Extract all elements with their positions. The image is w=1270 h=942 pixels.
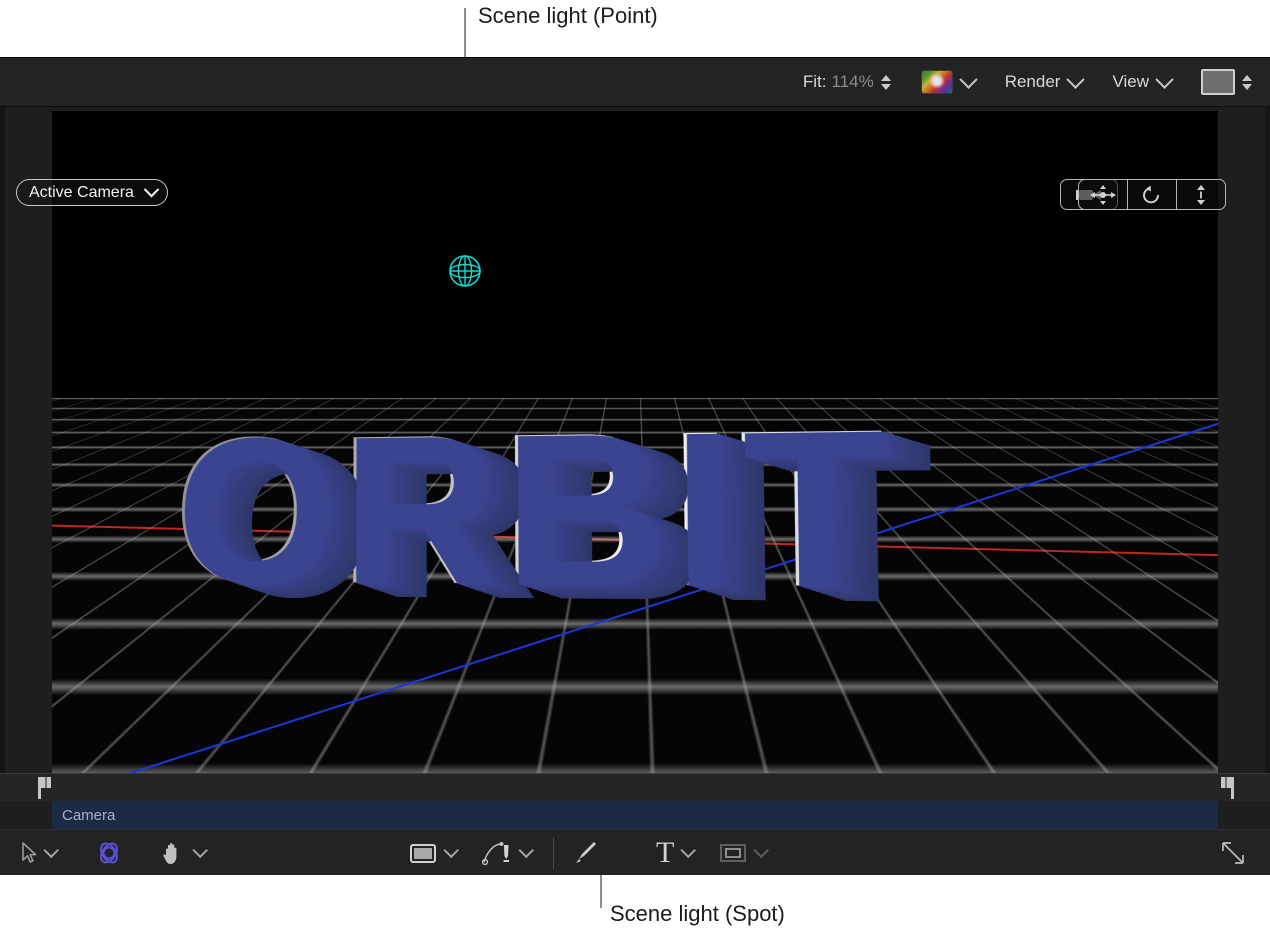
viewer-right-rail bbox=[1265, 107, 1270, 773]
mini-timeline-row: Camera bbox=[0, 801, 1270, 829]
bezier-pen-icon bbox=[482, 840, 512, 866]
hand-icon bbox=[160, 841, 186, 865]
mask-tool-button[interactable] bbox=[719, 830, 747, 875]
in-point-marker[interactable] bbox=[38, 777, 54, 799]
background-stepper-icon[interactable] bbox=[1242, 75, 1252, 90]
view-menu[interactable]: View bbox=[1112, 58, 1171, 106]
active-camera-label: Active Camera bbox=[29, 184, 134, 202]
select-tool-button[interactable] bbox=[22, 830, 37, 875]
active-camera-chevron-down-icon[interactable] bbox=[144, 182, 160, 198]
mask-rectangle-icon bbox=[719, 842, 747, 864]
arrow-cursor-icon bbox=[22, 842, 37, 864]
fit-value: 114% bbox=[831, 72, 873, 92]
view-menu-label: View bbox=[1112, 72, 1149, 92]
bezier-pen-tool-button[interactable] bbox=[482, 830, 512, 875]
orbit-tool-button[interactable] bbox=[1128, 180, 1177, 209]
transform-3d-tool-button[interactable] bbox=[94, 830, 124, 875]
circular-rotate-arrow-icon bbox=[1141, 185, 1163, 205]
render-chevron-down-icon[interactable] bbox=[1067, 70, 1085, 88]
rectangle-shape-icon bbox=[409, 842, 437, 864]
diagonal-expand-arrows-icon bbox=[1220, 840, 1246, 866]
callout-spot-light: Scene light (Spot) bbox=[610, 900, 785, 928]
select-tool-chevron-down-icon[interactable] bbox=[43, 843, 59, 859]
camera-track-bar[interactable]: Camera bbox=[52, 801, 1218, 829]
pan-hand-tool-button[interactable] bbox=[160, 830, 186, 875]
up-down-arrow-icon bbox=[1192, 185, 1210, 205]
view-navigation-button-group bbox=[1078, 179, 1226, 210]
mask-tool-chevron-down-icon[interactable] bbox=[754, 843, 770, 859]
scene-background bbox=[52, 111, 1218, 400]
text-tool-button[interactable]: T bbox=[656, 830, 674, 875]
viewer-left-gutter bbox=[5, 107, 52, 773]
pan-hand-tool-chevron-down-icon[interactable] bbox=[192, 843, 208, 859]
viewer-toolbar: Fit: 114% Render View bbox=[0, 58, 1270, 107]
color-gradient-swatch-icon[interactable] bbox=[921, 70, 953, 94]
view-chevron-down-icon[interactable] bbox=[1155, 70, 1173, 88]
gray-swatch-icon[interactable] bbox=[1201, 69, 1235, 95]
fit-zoom-control[interactable]: Fit: 114% bbox=[803, 58, 891, 106]
fullscreen-toggle-button[interactable] bbox=[1220, 840, 1246, 866]
shape-tool-button[interactable] bbox=[409, 830, 437, 875]
camera-track-label: Camera bbox=[62, 807, 115, 824]
bottom-toolbar-divider bbox=[553, 837, 554, 869]
background-color-control[interactable] bbox=[1201, 58, 1252, 106]
bottom-toolbar: T bbox=[0, 829, 1270, 875]
viewer-right-gutter bbox=[1218, 107, 1265, 773]
render-menu-label: Render bbox=[1005, 72, 1061, 92]
orbit-rings-icon bbox=[94, 838, 124, 868]
in-point-marker-icon bbox=[38, 777, 54, 799]
point-light-gizmo[interactable] bbox=[447, 253, 483, 289]
bottom-toolbar-spacer-right bbox=[1220, 840, 1246, 866]
pan-tool-button[interactable] bbox=[1079, 180, 1128, 209]
color-swatch-chevron-down-icon[interactable] bbox=[959, 70, 977, 88]
active-camera-dropdown[interactable]: Active Camera bbox=[16, 179, 168, 206]
callout-point-light: Scene light (Point) bbox=[478, 2, 658, 30]
viewer-canvas[interactable]: ORBIT bbox=[52, 111, 1218, 773]
shape-tool-chevron-down-icon[interactable] bbox=[443, 843, 459, 859]
paint-brush-icon bbox=[572, 840, 598, 866]
out-point-marker[interactable] bbox=[1218, 777, 1234, 799]
paint-brush-tool-button[interactable] bbox=[572, 830, 598, 875]
fit-label: Fit: bbox=[803, 72, 827, 92]
color-channel-control[interactable] bbox=[921, 58, 975, 106]
text-tool-chevron-down-icon[interactable] bbox=[681, 843, 697, 859]
render-menu[interactable]: Render bbox=[1005, 58, 1083, 106]
viewer-window: Fit: 114% Render View bbox=[0, 57, 1270, 874]
text-t-icon: T bbox=[656, 838, 674, 868]
out-point-marker-icon bbox=[1218, 777, 1234, 799]
fit-stepper-icon[interactable] bbox=[881, 75, 891, 90]
scene-3d-text[interactable]: ORBIT bbox=[173, 396, 895, 622]
timeline-ruler[interactable] bbox=[0, 773, 1270, 802]
bezier-pen-tool-chevron-down-icon[interactable] bbox=[518, 843, 534, 859]
four-arrow-move-icon bbox=[1090, 185, 1116, 205]
dolly-tool-button[interactable] bbox=[1177, 180, 1225, 209]
